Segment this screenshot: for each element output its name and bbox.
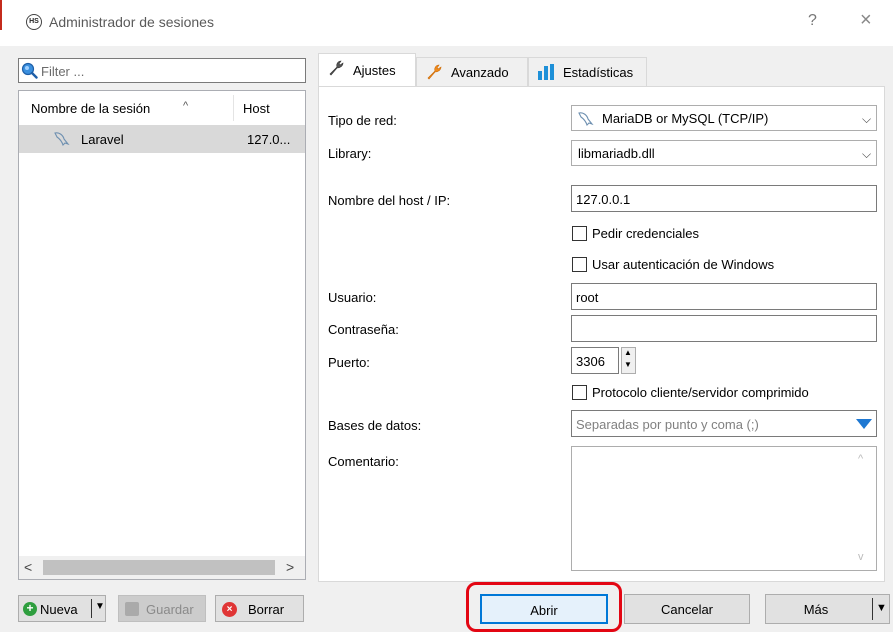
dropdown-arrow-icon[interactable]: ▼: [95, 601, 105, 612]
close-button[interactable]: ×: [860, 9, 872, 32]
search-icon: [21, 62, 38, 79]
column-header-session-name[interactable]: Nombre de la sesión: [31, 101, 150, 116]
tab-ajustes[interactable]: Ajustes: [318, 53, 416, 86]
horizontal-scrollbar[interactable]: < >: [19, 556, 305, 579]
session-name: Laravel: [81, 132, 124, 147]
settings-panel: Tipo de red: MariaDB or MySQL (TCP/IP) ⌵…: [318, 86, 885, 582]
save-button[interactable]: Guardar: [118, 595, 206, 622]
dolphin-icon: [54, 132, 70, 147]
new-session-button[interactable]: + Nueva ▼: [18, 595, 106, 622]
scroll-left-button[interactable]: <: [24, 559, 32, 575]
scroll-thumb[interactable]: [43, 560, 275, 575]
compressed-protocol-checkbox[interactable]: [572, 385, 587, 400]
compressed-protocol-label: Protocolo cliente/servidor comprimido: [592, 385, 809, 400]
library-label: Library:: [328, 146, 372, 161]
bar-chart-icon: [538, 64, 554, 80]
port-input[interactable]: 3306: [571, 347, 619, 374]
comment-textarea[interactable]: ^ v: [571, 446, 877, 571]
host-value: 127.0.0.1: [576, 192, 631, 207]
cancel-button[interactable]: Cancelar: [624, 594, 750, 624]
network-type-select[interactable]: MariaDB or MySQL (TCP/IP) ⌵: [571, 105, 877, 131]
user-value: root: [576, 290, 599, 305]
host-input[interactable]: 127.0.0.1: [571, 185, 877, 212]
list-header: Nombre de la sesión ^ Host: [19, 91, 305, 125]
floppy-disk-icon: [125, 602, 139, 616]
scroll-down-icon[interactable]: v: [858, 551, 864, 563]
sort-asc-icon: ^: [183, 100, 189, 112]
port-value: 3306: [576, 354, 605, 369]
filter-input[interactable]: Filter ...: [18, 58, 306, 83]
more-button[interactable]: Más ▼: [765, 594, 890, 624]
dropdown-arrow-icon[interactable]: [856, 419, 872, 429]
password-input[interactable]: [571, 315, 877, 342]
wrench-icon: [329, 60, 344, 76]
user-label: Usuario:: [328, 290, 377, 305]
databases-label: Bases de datos:: [328, 418, 422, 433]
ask-credentials-checkbox[interactable]: [572, 226, 587, 241]
scroll-right-button[interactable]: >: [286, 559, 294, 575]
more-label: Más: [803, 602, 829, 617]
wrench-orange-icon: [427, 64, 442, 80]
column-header-host[interactable]: Host: [243, 101, 270, 116]
session-row-laravel[interactable]: Laravel 127.0...: [19, 125, 305, 153]
chevron-down-icon: ⌵: [862, 112, 872, 126]
column-divider[interactable]: [233, 95, 234, 121]
spin-up-icon[interactable]: ▲: [624, 348, 632, 357]
password-label: Contraseña:: [328, 322, 399, 337]
save-label: Guardar: [146, 602, 194, 617]
tab-label: Avanzado: [451, 65, 509, 80]
tab-avanzado[interactable]: Avanzado: [416, 57, 528, 87]
tab-label: Ajustes: [353, 63, 396, 78]
plus-icon: +: [23, 602, 37, 616]
port-label: Puerto:: [328, 355, 370, 370]
network-type-value: MariaDB or MySQL (TCP/IP): [602, 111, 769, 126]
windows-auth-checkbox[interactable]: [572, 257, 587, 272]
delete-button[interactable]: × Borrar: [215, 595, 304, 622]
comment-label: Comentario:: [328, 454, 399, 469]
port-spinner[interactable]: ▲ ▼: [621, 347, 636, 374]
new-label: Nueva: [40, 602, 78, 617]
app-icon: HS: [26, 14, 42, 30]
window-edge: [0, 0, 2, 30]
delete-label: Borrar: [248, 602, 285, 617]
databases-placeholder: Separadas por punto y coma (;): [576, 417, 759, 432]
delete-icon: ×: [222, 602, 237, 617]
window-title: Administrador de sesiones: [49, 14, 214, 30]
open-button[interactable]: Abrir: [480, 594, 608, 624]
dropdown-arrow-icon[interactable]: ▼: [876, 602, 887, 614]
host-label: Nombre del host / IP:: [328, 193, 451, 208]
split-divider: [91, 599, 92, 618]
library-select[interactable]: libmariadb.dll ⌵: [571, 140, 877, 166]
ask-credentials-label: Pedir credenciales: [592, 226, 699, 241]
library-value: libmariadb.dll: [578, 146, 655, 161]
cancel-label: Cancelar: [660, 602, 714, 617]
network-type-label: Tipo de red:: [328, 113, 397, 128]
session-host: 127.0...: [247, 132, 291, 147]
tab-label: Estadísticas: [563, 65, 634, 80]
title-bar: HS Administrador de sesiones ? ×: [0, 0, 893, 46]
spin-down-icon[interactable]: ▼: [624, 360, 632, 369]
session-list[interactable]: Nombre de la sesión ^ Host Laravel 127.0…: [18, 90, 306, 580]
windows-auth-label: Usar autenticación de Windows: [592, 257, 775, 272]
dolphin-icon: [578, 112, 594, 127]
scroll-up-icon[interactable]: ^: [858, 453, 863, 465]
tab-estadisticas[interactable]: Estadísticas: [528, 57, 647, 87]
databases-input[interactable]: Separadas por punto y coma (;): [571, 410, 877, 437]
help-button[interactable]: ?: [808, 12, 817, 30]
user-input[interactable]: root: [571, 283, 877, 310]
filter-placeholder: Filter ...: [41, 64, 85, 79]
chevron-down-icon: ⌵: [862, 147, 872, 161]
split-divider: [872, 598, 873, 620]
open-label: Abrir: [530, 603, 558, 618]
